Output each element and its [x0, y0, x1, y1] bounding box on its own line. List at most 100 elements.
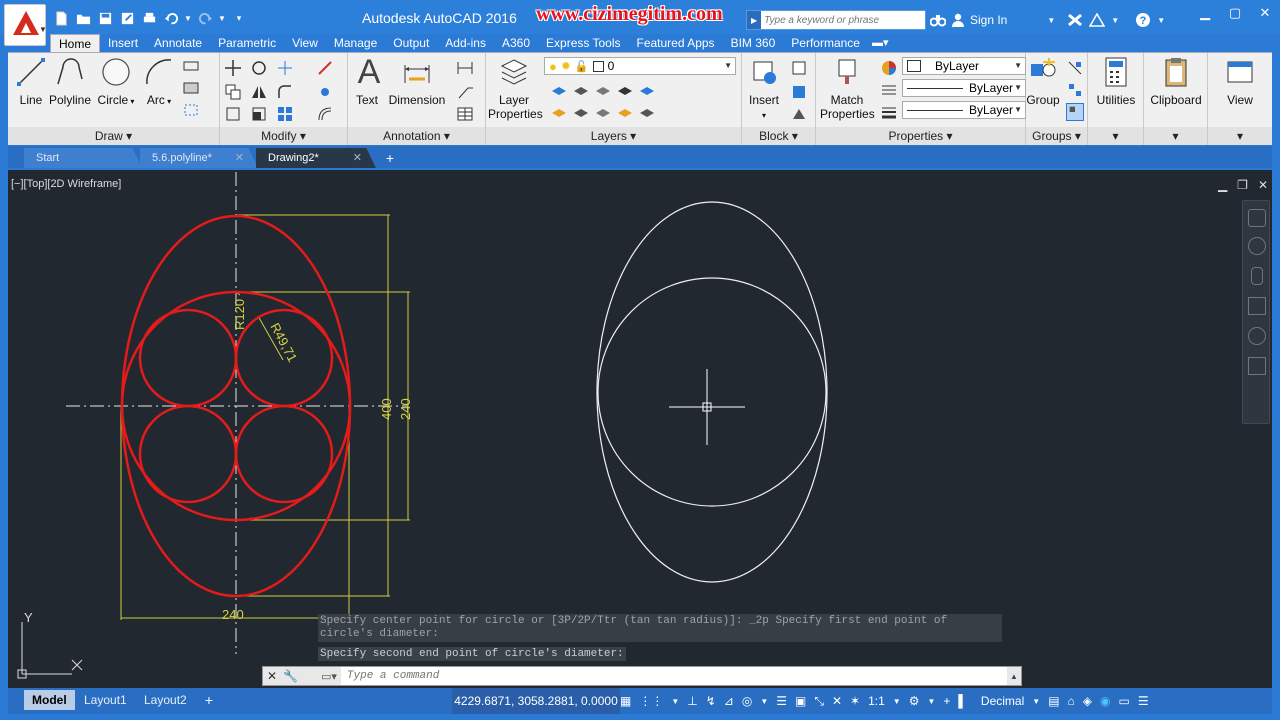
- exchange-apps-icon[interactable]: [1067, 13, 1083, 27]
- quick-properties-icon[interactable]: ▤: [1048, 694, 1059, 708]
- panel-title-groups[interactable]: Groups ▾: [1026, 127, 1087, 145]
- selection-cycling-icon[interactable]: ⤡: [814, 694, 824, 709]
- match-properties-button[interactable]: Match Properties: [820, 55, 875, 121]
- rotate-icon[interactable]: [250, 59, 268, 77]
- command-prompt-icon[interactable]: ▭▾: [317, 670, 341, 683]
- layer-properties-button[interactable]: Layer Properties: [488, 55, 543, 121]
- lineweight-icon[interactable]: [880, 103, 898, 121]
- user-icon[interactable]: [952, 13, 964, 27]
- save-icon[interactable]: [96, 9, 114, 27]
- color-wheel-icon[interactable]: [880, 59, 898, 77]
- showmotion-icon[interactable]: [1248, 357, 1266, 375]
- polar-icon[interactable]: ↯: [706, 694, 716, 708]
- lock-ui-icon[interactable]: ⌂: [1068, 694, 1075, 708]
- ribbon-tab-home[interactable]: Home: [50, 34, 101, 52]
- open-folder-icon[interactable]: [74, 9, 92, 27]
- chevron-down-icon[interactable]: ▼: [184, 9, 192, 27]
- application-menu-button[interactable]: ▼: [4, 4, 47, 46]
- ungroup-icon[interactable]: [1066, 59, 1084, 77]
- annotation-visibility-icon[interactable]: ✕: [832, 694, 842, 708]
- layer-tool-1-icon[interactable]: [550, 83, 568, 101]
- hatch-icon[interactable]: [182, 81, 200, 99]
- layer-tool-5-icon[interactable]: [638, 83, 656, 101]
- workspace-gear-icon[interactable]: ⚙: [909, 694, 920, 708]
- explode-icon[interactable]: [316, 83, 334, 101]
- chevron-up-icon[interactable]: ▲: [1007, 672, 1021, 681]
- clipboard-button[interactable]: Clipboard: [1146, 55, 1206, 107]
- text-button[interactable]: A Text: [352, 55, 382, 107]
- layout-tab-model[interactable]: Model: [24, 690, 75, 710]
- mirror-icon[interactable]: [250, 83, 268, 101]
- new-tab-button[interactable]: +: [380, 149, 400, 167]
- group-button[interactable]: Group: [1026, 55, 1060, 107]
- layer-tool-4-icon[interactable]: [616, 83, 634, 101]
- linetype-icon[interactable]: [880, 81, 898, 99]
- linear-dimension-icon[interactable]: [456, 59, 474, 77]
- ribbon-tab-add-ins[interactable]: Add-ins: [437, 34, 494, 52]
- table-icon[interactable]: [456, 105, 474, 123]
- array-icon[interactable]: [276, 105, 294, 123]
- stretch-icon[interactable]: [224, 105, 242, 123]
- viewcube-icon[interactable]: [1248, 209, 1266, 227]
- close-icon[interactable]: ✕: [1250, 2, 1280, 24]
- pan-icon[interactable]: [1251, 267, 1263, 285]
- panel-title-layers[interactable]: Layers ▾: [486, 127, 741, 145]
- search-input[interactable]: [761, 11, 925, 29]
- chevron-down-icon[interactable]: ▼: [1032, 697, 1040, 706]
- panel-title-view[interactable]: ▾: [1208, 127, 1272, 145]
- file-tab-drawing2[interactable]: Drawing2* ✕: [256, 148, 376, 168]
- leader-icon[interactable]: [456, 83, 474, 101]
- ribbon-tab-annotate[interactable]: Annotate: [146, 34, 210, 52]
- view-button[interactable]: View: [1214, 55, 1266, 107]
- layout-tab-layout1[interactable]: Layout1: [76, 690, 135, 710]
- annotation-scale-auto-icon[interactable]: ✶: [850, 694, 860, 708]
- coordinates-readout[interactable]: 4229.6871, 3058.2881, 0.0000: [452, 688, 620, 714]
- chevron-down-icon[interactable]: ▼: [1047, 16, 1055, 25]
- layer-tool-8-icon[interactable]: [594, 105, 612, 123]
- ribbon-options-icon[interactable]: ▬▾: [872, 36, 889, 49]
- layer-dropdown[interactable]: ● ✹ 🔓 0 ▼: [544, 57, 736, 75]
- rectangle-icon[interactable]: [182, 59, 200, 77]
- zoom-icon[interactable]: [1248, 297, 1266, 315]
- layer-tool-10-icon[interactable]: [638, 105, 656, 123]
- edit-block-icon[interactable]: [790, 83, 808, 101]
- layer-tool-6-icon[interactable]: [550, 105, 568, 123]
- isodraft-icon[interactable]: ⊿: [724, 694, 734, 708]
- group-selection-icon[interactable]: [1066, 103, 1084, 121]
- offset-icon[interactable]: [316, 105, 334, 123]
- panel-title-annotation[interactable]: Annotation ▾: [348, 127, 485, 145]
- ortho-icon[interactable]: ⊥: [687, 694, 697, 708]
- sign-in-link[interactable]: Sign In: [970, 13, 1007, 27]
- lineweight-toggle-icon[interactable]: ☰: [776, 694, 787, 708]
- stay-connected-icon[interactable]: [1089, 13, 1106, 27]
- annotation-scale[interactable]: 1:1: [868, 694, 885, 708]
- layout-tab-layout2[interactable]: Layout2: [136, 690, 195, 710]
- chevron-down-icon[interactable]: ▼: [1157, 16, 1165, 25]
- dimension-button[interactable]: Dimension: [388, 55, 446, 107]
- panel-title-block[interactable]: Block ▾: [742, 127, 815, 145]
- undo-icon[interactable]: [162, 9, 180, 27]
- line-button[interactable]: Line: [12, 55, 50, 107]
- layer-tool-7-icon[interactable]: [572, 105, 590, 123]
- units-dropdown[interactable]: Decimal: [981, 694, 1024, 708]
- ribbon-tab-a360[interactable]: A360: [494, 34, 538, 52]
- attribute-icon[interactable]: [790, 105, 808, 123]
- chevron-down-icon[interactable]: ▼: [760, 697, 768, 706]
- snap-icon[interactable]: ⋮⋮: [639, 694, 663, 708]
- help-icon[interactable]: ?: [1135, 12, 1151, 28]
- layer-tool-2-icon[interactable]: [572, 83, 590, 101]
- osnap-icon[interactable]: ◎: [742, 694, 752, 708]
- annotation-monitor-icon[interactable]: +: [943, 694, 950, 708]
- ribbon-tab-view[interactable]: View: [284, 34, 326, 52]
- customization-icon[interactable]: ☰: [1138, 694, 1149, 708]
- layer-tool-9-icon[interactable]: [616, 105, 634, 123]
- panel-title-modify[interactable]: Modify ▾: [220, 127, 347, 145]
- chevron-down-icon[interactable]: ▼: [927, 697, 935, 706]
- boundary-icon[interactable]: [182, 103, 200, 121]
- minimize-icon[interactable]: ▁: [1190, 2, 1220, 24]
- chevron-right-icon[interactable]: ▶: [747, 16, 761, 25]
- utilities-button[interactable]: Utilities: [1090, 55, 1142, 107]
- save-as-icon[interactable]: [118, 9, 136, 27]
- redo-icon[interactable]: [196, 9, 214, 27]
- close-tab-icon[interactable]: ✕: [235, 148, 244, 168]
